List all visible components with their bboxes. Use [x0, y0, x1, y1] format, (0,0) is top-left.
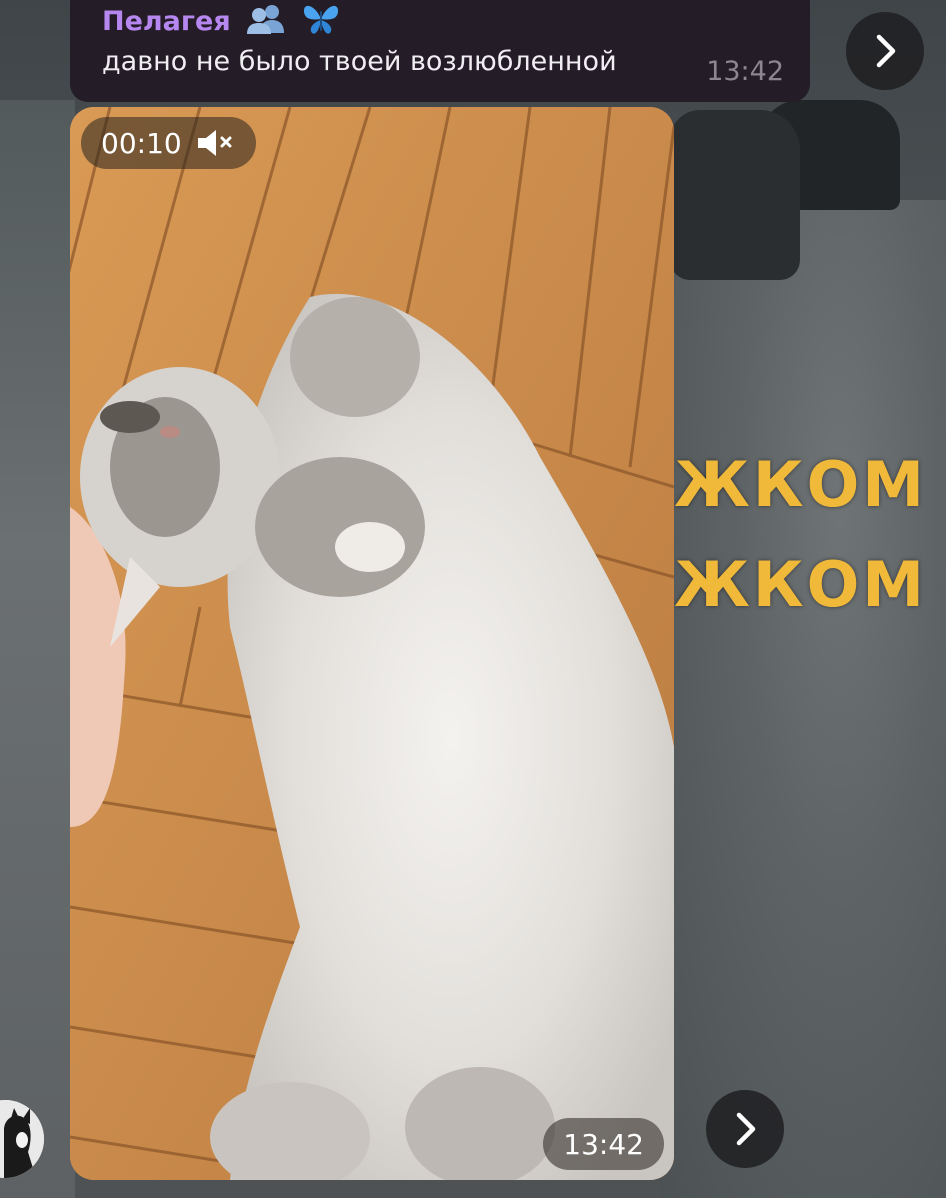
message-text: давно не было твоей возлюбленной [102, 46, 617, 77]
video-duration-badge[interactable]: 00:10 [81, 117, 256, 169]
video-message[interactable]: 00:10 13:42 [70, 107, 674, 1180]
forward-button[interactable] [706, 1090, 784, 1168]
background-wallpaper-left [0, 100, 75, 1198]
chevron-right-icon [876, 34, 896, 68]
background-car [670, 110, 800, 280]
text-message-bubble[interactable]: Пелагея давно не было твоей возлюбленной… [70, 0, 810, 102]
sender-name-label: Пелагея [102, 6, 231, 37]
message-timestamp: 13:42 [706, 56, 784, 87]
video-frame [70, 107, 674, 1180]
background-wallpaper-right [660, 200, 946, 1198]
video-duration: 00:10 [101, 126, 182, 160]
forward-button[interactable] [846, 12, 924, 90]
background-caption: ЖКОМ М [674, 448, 946, 521]
chevron-right-icon [736, 1112, 756, 1146]
background-caption: ЖКОМ М [674, 548, 946, 621]
speaker-muted-icon[interactable] [196, 127, 236, 159]
video-timestamp-badge: 13:42 [543, 1118, 664, 1170]
sender-name[interactable]: Пелагея [102, 2, 341, 43]
busts-in-silhouette-icon [244, 3, 288, 42]
butterfly-icon [301, 2, 341, 43]
video-timestamp: 13:42 [563, 1127, 644, 1161]
